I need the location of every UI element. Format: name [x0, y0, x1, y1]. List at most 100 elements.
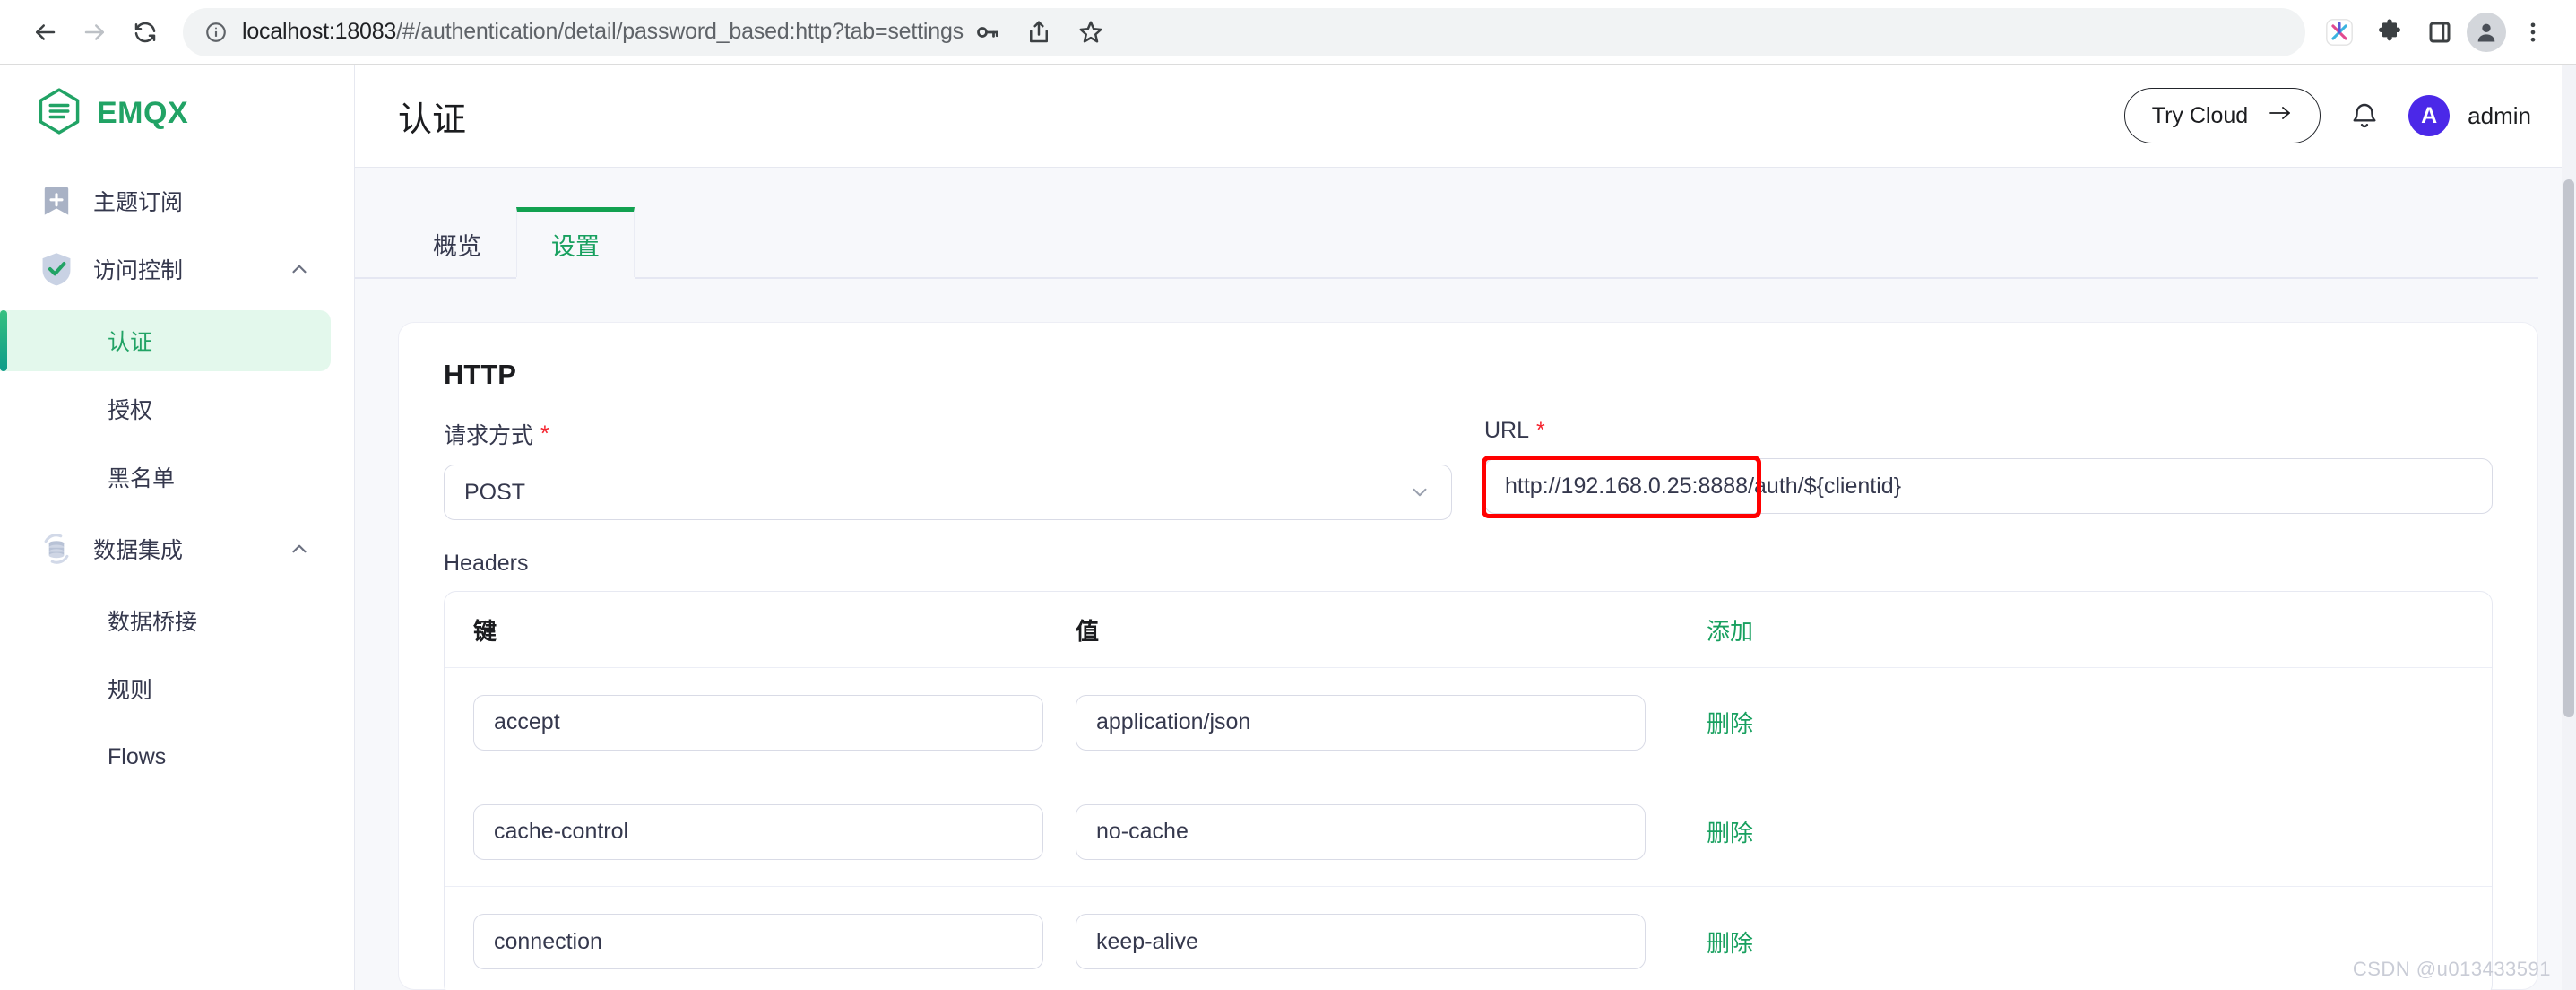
- sidebar-subitem-label: 规则: [108, 673, 152, 705]
- sidebar-item-authorization[interactable]: 授权: [0, 378, 331, 439]
- back-arrow-icon[interactable]: [20, 7, 70, 57]
- shield-check-icon: [38, 250, 75, 288]
- url-input[interactable]: http://192.168.0.25:8888/auth/${clientid…: [1484, 458, 2493, 514]
- delete-header-button[interactable]: 删除: [1707, 820, 1753, 847]
- headers-label: Headers: [444, 551, 2493, 577]
- sidebar-logo[interactable]: EMQX: [0, 70, 354, 156]
- header-value-input[interactable]: no-cache: [1076, 804, 1646, 860]
- sidebar-logo-text: EMQX: [97, 96, 188, 131]
- emqx-hexagon-logo: [38, 88, 81, 139]
- site-info-icon[interactable]: [203, 19, 229, 46]
- tab-overview[interactable]: 概览: [398, 207, 516, 277]
- delete-header-button[interactable]: 删除: [1707, 710, 1753, 737]
- app-shell: EMQX 主题订阅 访问控制 认证: [0, 65, 2576, 990]
- vertical-scrollbar-track[interactable]: [2562, 65, 2576, 990]
- sidebar-subitem-label: 黑名单: [108, 461, 175, 493]
- address-bar-url: localhost:18083/#/authentication/detail/…: [242, 19, 964, 45]
- profile-avatar-icon[interactable]: [2467, 13, 2506, 52]
- sidebar-subitem-label: 授权: [108, 393, 152, 425]
- try-cloud-button[interactable]: Try Cloud: [2124, 88, 2321, 143]
- password-key-icon[interactable]: [964, 9, 1010, 56]
- side-panel-icon[interactable]: [2416, 9, 2463, 56]
- table-header-row: 键 值 添加: [445, 592, 2492, 668]
- url-path: /#/authentication/detail/password_based:…: [396, 19, 964, 44]
- url-label: URL *: [1484, 418, 2493, 444]
- sidebar-item-label: 主题订阅: [93, 185, 183, 217]
- sidebar-item-rules[interactable]: 规则: [0, 658, 331, 719]
- chevron-down-icon[interactable]: [1408, 481, 1431, 504]
- sidebar-item-data-integration[interactable]: 数据集成: [0, 515, 354, 583]
- x-extension-icon[interactable]: [2316, 9, 2363, 56]
- page-header: 认证 Try Cloud A admin: [355, 65, 2576, 168]
- chevron-up-icon[interactable]: [288, 257, 311, 281]
- browser-menu-icon[interactable]: [2510, 9, 2556, 56]
- omnibox-actions: [964, 9, 1114, 56]
- delete-header-button[interactable]: 删除: [1707, 930, 1753, 957]
- url-host: localhost:18083: [242, 19, 396, 44]
- extensions-puzzle-icon[interactable]: [2366, 9, 2413, 56]
- sidebar-item-label: 访问控制: [93, 253, 183, 285]
- database-sync-icon: [38, 530, 75, 568]
- tab-bar: 概览 设置: [355, 168, 2538, 279]
- header-value-input[interactable]: keep-alive: [1076, 914, 1646, 969]
- header-actions: Try Cloud A admin: [2124, 88, 2531, 143]
- try-cloud-label: Try Cloud: [2152, 103, 2248, 129]
- address-bar[interactable]: localhost:18083/#/authentication/detail/…: [183, 8, 2305, 56]
- section-title-http: HTTP: [444, 359, 2493, 391]
- reload-icon[interactable]: [120, 7, 170, 57]
- bookmark-star-icon[interactable]: [1068, 9, 1114, 56]
- field-group-url: URL * http://192.168.0.25:8888/auth/${cl…: [1484, 418, 2493, 520]
- column-header-key: 键: [445, 613, 1076, 647]
- add-header-button[interactable]: 添加: [1703, 613, 2492, 647]
- sidebar: EMQX 主题订阅 访问控制 认证: [0, 65, 355, 990]
- sidebar-subitem-label: 数据桥接: [108, 604, 197, 637]
- required-asterisk: *: [540, 423, 549, 446]
- method-select[interactable]: POST: [444, 465, 1452, 520]
- sidebar-item-flows[interactable]: Flows: [0, 726, 331, 787]
- form-row-method-url: 请求方式 * POST URL *: [444, 418, 2493, 520]
- arrow-right-icon: [2268, 103, 2293, 129]
- method-label: 请求方式 *: [444, 418, 1452, 450]
- method-select-value: POST: [464, 480, 525, 506]
- sidebar-item-blacklist[interactable]: 黑名单: [0, 447, 331, 508]
- header-key-input[interactable]: cache-control: [473, 804, 1043, 860]
- tab-label: 概览: [433, 227, 481, 262]
- main-content: 认证 Try Cloud A admin 概览: [355, 65, 2576, 990]
- column-header-value: 值: [1076, 613, 1703, 647]
- sidebar-subitem-label: 认证: [108, 325, 152, 357]
- field-group-method: 请求方式 * POST: [444, 418, 1452, 520]
- user-name: admin: [2468, 102, 2531, 130]
- header-value-input[interactable]: application/json: [1076, 695, 1646, 751]
- sidebar-item-data-bridge[interactable]: 数据桥接: [0, 590, 331, 651]
- headers-table: 键 值 添加 accept application/json 删除: [444, 591, 2493, 990]
- sidebar-item-authentication[interactable]: 认证: [0, 310, 331, 371]
- table-row: cache-control no-cache 删除: [445, 777, 2492, 887]
- url-input-value: http://192.168.0.25:8888/auth/${clientid…: [1505, 473, 1901, 499]
- user-menu[interactable]: A admin: [2408, 95, 2531, 136]
- tab-settings[interactable]: 设置: [516, 207, 635, 277]
- table-row: accept application/json 删除: [445, 668, 2492, 777]
- browser-extension-actions: [2316, 9, 2556, 56]
- sidebar-item-label: 数据集成: [93, 533, 183, 565]
- sidebar-item-topic-subscription[interactable]: 主题订阅: [0, 167, 354, 235]
- sidebar-item-access-control[interactable]: 访问控制: [0, 235, 354, 303]
- bookmark-plus-icon: [38, 182, 75, 220]
- notification-bell-icon[interactable]: [2349, 100, 2380, 132]
- settings-card: HTTP 请求方式 * POST URL: [398, 322, 2538, 990]
- browser-toolbar: localhost:18083/#/authentication/detail/…: [0, 0, 2576, 65]
- vertical-scrollbar-thumb[interactable]: [2563, 179, 2574, 717]
- method-label-text: 请求方式: [444, 418, 533, 450]
- sidebar-nav: 主题订阅 访问控制 认证 授权 黑名单: [0, 167, 354, 787]
- watermark: CSDN @u013433591: [2353, 958, 2551, 981]
- chevron-up-icon[interactable]: [288, 537, 311, 560]
- page-title: 认证: [398, 91, 466, 141]
- sidebar-subitem-label: Flows: [108, 744, 166, 770]
- table-row: connection keep-alive 删除: [445, 887, 2492, 990]
- avatar: A: [2408, 95, 2450, 136]
- share-icon[interactable]: [1016, 9, 1062, 56]
- header-key-input[interactable]: connection: [473, 914, 1043, 969]
- required-asterisk: *: [1536, 420, 1545, 442]
- header-key-input[interactable]: accept: [473, 695, 1043, 751]
- forward-arrow-icon[interactable]: [70, 7, 120, 57]
- tab-label: 设置: [551, 227, 600, 262]
